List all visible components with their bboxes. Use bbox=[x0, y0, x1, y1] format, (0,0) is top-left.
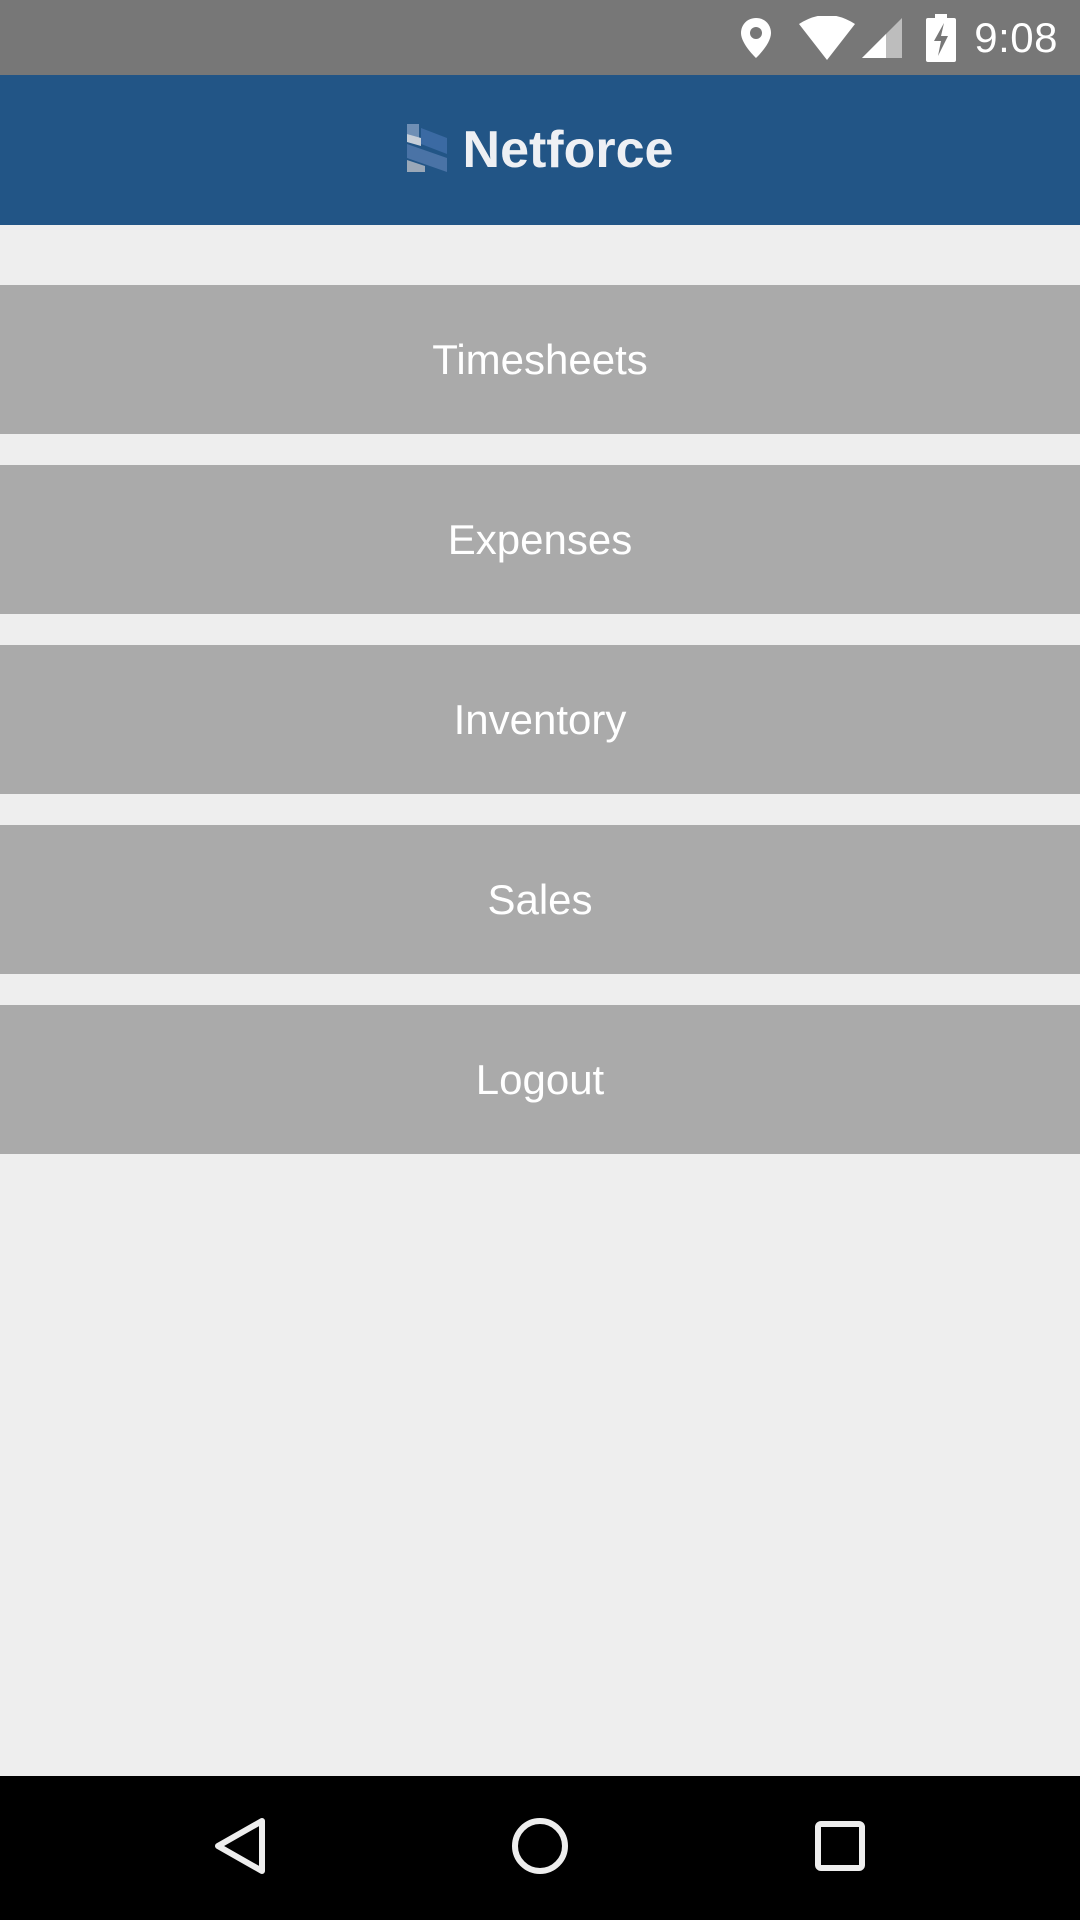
menu-item-label: Sales bbox=[487, 875, 593, 923]
brand: Netforce bbox=[406, 120, 674, 180]
timesheets-button[interactable]: Timesheets bbox=[0, 285, 1080, 434]
status-bar: 9:08 bbox=[0, 0, 1080, 75]
status-icons: 9:08 bbox=[736, 0, 1058, 75]
menu-item-label: Inventory bbox=[453, 695, 627, 743]
expenses-button[interactable]: Expenses bbox=[0, 465, 1080, 614]
recents-icon bbox=[814, 1820, 866, 1877]
menu-item-label: Logout bbox=[475, 1055, 605, 1103]
back-button[interactable] bbox=[170, 1776, 310, 1920]
inventory-button[interactable]: Inventory bbox=[0, 645, 1080, 794]
main-menu: Timesheets Expenses Inventory Sales Logo… bbox=[0, 285, 1080, 1185]
app-bar: Netforce bbox=[0, 75, 1080, 225]
recents-button[interactable] bbox=[770, 1776, 910, 1920]
back-icon bbox=[212, 1816, 268, 1881]
app-title: Netforce bbox=[462, 121, 674, 179]
status-time: 9:08 bbox=[974, 13, 1058, 61]
wifi-icon bbox=[798, 15, 856, 60]
menu-item-label: Expenses bbox=[447, 515, 633, 563]
location-icon bbox=[736, 14, 776, 62]
home-icon bbox=[511, 1817, 569, 1880]
battery-charging-icon bbox=[926, 13, 957, 62]
sales-button[interactable]: Sales bbox=[0, 825, 1080, 974]
home-button[interactable] bbox=[470, 1776, 610, 1920]
logout-button[interactable]: Logout bbox=[0, 1005, 1080, 1154]
menu-item-label: Timesheets bbox=[432, 335, 648, 383]
netforce-logo-icon bbox=[406, 123, 447, 177]
cell-signal-icon bbox=[860, 16, 904, 60]
system-nav-bar bbox=[0, 1776, 1080, 1920]
